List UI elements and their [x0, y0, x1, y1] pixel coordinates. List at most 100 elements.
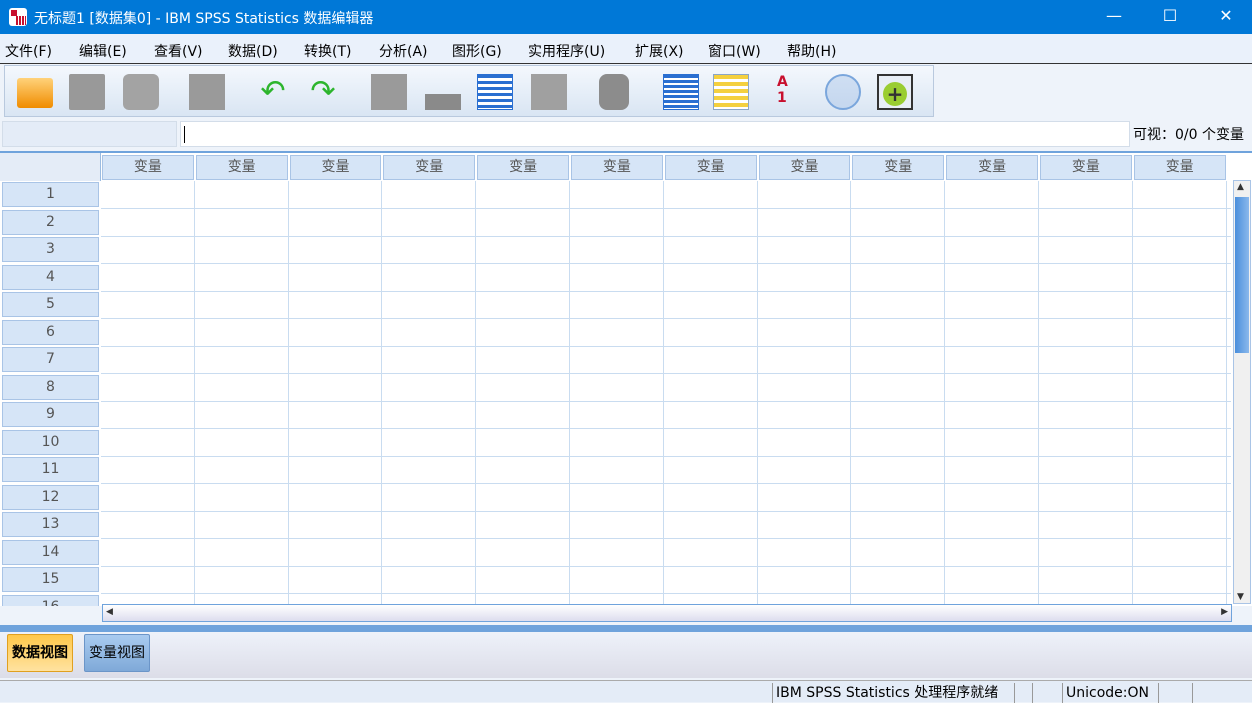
find-icon[interactable]: [599, 74, 629, 110]
row-header[interactable]: 5: [2, 292, 99, 317]
unicode-status: Unicode:ON: [1062, 683, 1158, 703]
horizontal-scrollbar[interactable]: ◀ ▶: [102, 604, 1232, 622]
grid-line: [756, 181, 758, 606]
menu-window[interactable]: 窗口(W): [708, 41, 761, 61]
tab-variable-view[interactable]: 变量视图: [84, 634, 150, 672]
column-header[interactable]: 变量: [195, 155, 288, 180]
grid-line: [101, 483, 1231, 484]
row-header[interactable]: 2: [2, 209, 99, 235]
menu-edit[interactable]: 编辑(E): [79, 41, 127, 61]
select-cases-icon[interactable]: [713, 74, 749, 110]
grid-line: [944, 181, 946, 606]
recall-dialog-icon[interactable]: [189, 74, 225, 110]
vertical-scroll-thumb[interactable]: [1235, 197, 1249, 353]
value-labels-icon[interactable]: A1: [777, 74, 813, 110]
grid-line: [101, 290, 1231, 292]
redo-icon[interactable]: ↷: [305, 74, 341, 110]
column-header[interactable]: 变量: [946, 155, 1038, 180]
status-cell: [1192, 683, 1224, 703]
row-header[interactable]: 6: [2, 319, 99, 345]
grid-line: [101, 208, 1231, 209]
row-header[interactable]: 8: [2, 374, 99, 400]
menu-graphs[interactable]: 图形(G): [452, 41, 502, 61]
column-header[interactable]: 变量: [758, 155, 851, 180]
column-header[interactable]: 变量: [289, 155, 382, 180]
scroll-right-icon[interactable]: ▶: [1221, 607, 1228, 617]
grid-line: [1225, 181, 1227, 606]
row-header[interactable]: 3: [2, 237, 99, 262]
undo-icon[interactable]: ↶: [255, 74, 291, 110]
status-cell: [1158, 683, 1192, 703]
row-header[interactable]: 14: [2, 539, 99, 565]
column-header[interactable]: 变量: [1040, 155, 1132, 180]
column-header[interactable]: 变量: [664, 155, 757, 180]
grid-corner[interactable]: [0, 153, 101, 181]
menu-bar: 文件(F) 编辑(E) 查看(V) 数据(D) 转换(T) 分析(A) 图形(G…: [0, 34, 1252, 64]
row-header[interactable]: 11: [2, 457, 99, 482]
toolbar: ↶ ↷ A1 +: [4, 65, 934, 117]
grid-line: [569, 181, 570, 606]
variables-icon[interactable]: [477, 74, 513, 110]
row-header[interactable]: 7: [2, 347, 99, 372]
run-descriptives-icon[interactable]: [531, 74, 567, 110]
column-header[interactable]: 变量: [1133, 155, 1226, 180]
view-tabs: 数据视图 变量视图: [0, 632, 1252, 678]
menu-extensions[interactable]: 扩展(X): [635, 41, 684, 61]
row-header[interactable]: 12: [2, 484, 99, 510]
data-grid: 变量 变量 变量 变量 变量 变量 变量 变量 变量 变量 变量 变量 1 2 3 4 5 6 7 8 9 10 11 12 1…: [0, 151, 1252, 606]
grid-line: [287, 181, 289, 606]
row-header[interactable]: 1: [2, 182, 99, 207]
column-header[interactable]: 变量: [571, 155, 663, 180]
grid-line: [101, 593, 1231, 594]
grid-line: [101, 373, 1231, 374]
menu-view[interactable]: 查看(V): [154, 41, 203, 61]
title-bar: 无标题1 [数据集0] - IBM SPSS Statistics 数据编辑器 …: [0, 0, 1252, 34]
column-header[interactable]: 变量: [102, 155, 194, 180]
status-cell: [1032, 683, 1062, 703]
grid-line: [662, 181, 664, 606]
minimize-button[interactable]: —: [1086, 0, 1142, 34]
row-header[interactable]: 16: [2, 594, 99, 606]
cell-reference: [2, 121, 177, 147]
column-header[interactable]: 变量: [477, 155, 569, 180]
row-header[interactable]: 10: [2, 429, 99, 455]
goto-case-icon[interactable]: [371, 74, 407, 110]
menu-analyze[interactable]: 分析(A): [379, 41, 428, 61]
menu-data[interactable]: 数据(D): [228, 41, 278, 61]
grid-line: [101, 318, 1231, 319]
menu-utilities[interactable]: 实用程序(U): [528, 41, 605, 61]
processor-status: IBM SPSS Statistics 处理程序就绪: [772, 683, 1014, 703]
tab-data-view[interactable]: 数据视图: [7, 634, 73, 672]
status-bar: IBM SPSS Statistics 处理程序就绪 Unicode:ON: [0, 680, 1252, 703]
split-file-icon[interactable]: [663, 74, 699, 110]
grid-line: [381, 181, 383, 606]
grid-line: [101, 263, 1231, 264]
row-header[interactable]: 9: [2, 402, 99, 427]
column-header[interactable]: 变量: [383, 155, 476, 180]
grid-line: [850, 181, 852, 606]
row-header[interactable]: 15: [2, 567, 99, 592]
menu-help[interactable]: 帮助(H): [787, 41, 836, 61]
customize-icon[interactable]: +: [877, 74, 913, 110]
grid-line: [101, 235, 1231, 237]
scroll-up-icon[interactable]: ▲: [1237, 182, 1244, 192]
goto-variable-icon[interactable]: [425, 74, 461, 110]
maximize-button[interactable]: ☐: [1142, 0, 1198, 34]
save-icon[interactable]: [69, 74, 105, 110]
print-icon[interactable]: [123, 74, 159, 110]
menu-transform[interactable]: 转换(T): [304, 41, 351, 61]
close-button[interactable]: ✕: [1198, 0, 1252, 34]
scroll-down-icon[interactable]: ▼: [1237, 592, 1244, 602]
column-header[interactable]: 变量: [852, 155, 945, 180]
use-variable-sets-icon[interactable]: [825, 74, 861, 110]
window-title: 无标题1 [数据集0] - IBM SPSS Statistics 数据编辑器: [34, 11, 374, 27]
grid-line: [101, 400, 1231, 402]
row-header[interactable]: 13: [2, 512, 99, 537]
open-folder-icon[interactable]: [17, 78, 53, 108]
pane-splitter[interactable]: [0, 625, 1252, 632]
vertical-scrollbar[interactable]: ▲ ▼: [1233, 180, 1251, 604]
menu-file[interactable]: 文件(F): [5, 41, 52, 61]
scroll-left-icon[interactable]: ◀: [106, 607, 113, 617]
cell-value-input[interactable]: [180, 121, 1130, 147]
row-header[interactable]: 4: [2, 264, 99, 290]
